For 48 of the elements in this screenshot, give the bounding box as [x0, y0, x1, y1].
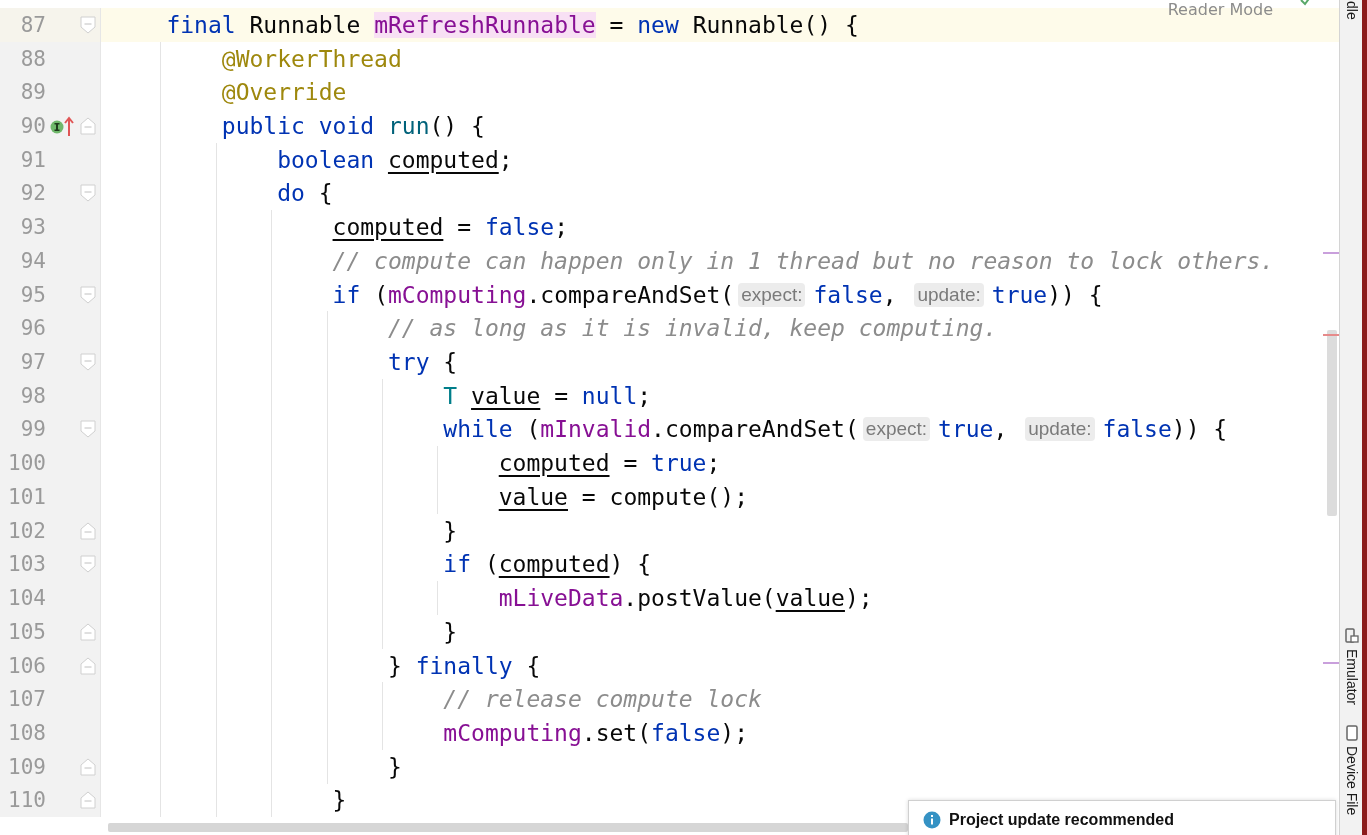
error-stripe-mark[interactable] — [1323, 334, 1339, 336]
line-number: 94 — [19, 248, 46, 273]
info-icon — [923, 811, 941, 829]
line-number: 91 — [19, 147, 46, 172]
line-number: 106 — [7, 653, 46, 678]
line-number: 88 — [19, 46, 46, 71]
scrollbar-thumb[interactable] — [108, 823, 908, 832]
line-number: 98 — [19, 383, 46, 408]
fold-icon[interactable] — [80, 656, 96, 675]
line-number: 99 — [19, 417, 46, 442]
fold-icon[interactable] — [80, 521, 96, 540]
tool-window-button[interactable]: Emulator — [1341, 623, 1362, 709]
line-number: 97 — [19, 350, 46, 375]
line-number: 87 — [19, 12, 46, 37]
error-stripe-mark[interactable] — [1323, 252, 1339, 254]
fold-icon[interactable] — [80, 420, 96, 439]
scrollbar-thumb[interactable] — [1327, 330, 1337, 516]
fold-icon[interactable] — [80, 757, 96, 776]
error-stripe-mark[interactable] — [1323, 662, 1339, 664]
line-number: 103 — [7, 552, 46, 577]
line-number: 107 — [7, 687, 46, 712]
line-number: 105 — [7, 619, 46, 644]
tool-window-button[interactable]: Device File — [1341, 720, 1362, 819]
fold-icon[interactable] — [80, 184, 96, 203]
fold-icon[interactable] — [80, 353, 96, 372]
fold-icon[interactable] — [80, 622, 96, 641]
line-number: 110 — [7, 788, 46, 813]
line-number: 89 — [19, 80, 46, 105]
line-number: 95 — [19, 282, 46, 307]
implementation-marker-icon[interactable] — [49, 114, 75, 138]
line-number: 101 — [7, 484, 46, 509]
fold-icon[interactable] — [80, 15, 96, 34]
fold-icon[interactable] — [80, 791, 96, 810]
fold-icon[interactable] — [80, 117, 96, 135]
line-number: 100 — [7, 451, 46, 476]
line-number: 92 — [19, 181, 46, 206]
line-number: 102 — [7, 518, 46, 543]
device-icon — [1344, 627, 1359, 644]
phone-icon — [1345, 724, 1358, 741]
line-number: 108 — [7, 720, 46, 745]
line-number: 104 — [7, 586, 46, 611]
line-number: 96 — [19, 316, 46, 341]
line-number: 109 — [7, 754, 46, 779]
line-number: 93 — [19, 215, 46, 240]
line-number: 90 — [19, 114, 46, 138]
fold-icon[interactable] — [80, 285, 96, 304]
tool-window-button[interactable]: dle — [1341, 0, 1362, 24]
fold-icon[interactable] — [80, 555, 96, 574]
